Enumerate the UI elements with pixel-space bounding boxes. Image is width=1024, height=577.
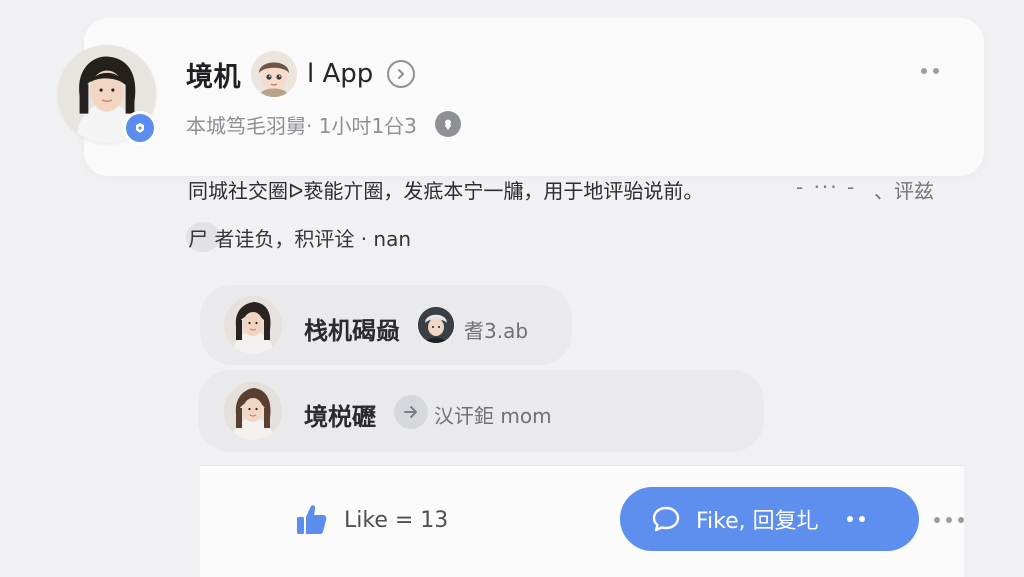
location-pin-icon[interactable] bbox=[434, 111, 461, 137]
more-dot bbox=[958, 517, 964, 523]
like-button[interactable]: Like = 13 bbox=[294, 500, 448, 540]
author-name[interactable]: 境机 bbox=[186, 55, 241, 94]
reply-avatar[interactable] bbox=[224, 296, 282, 354]
reply-button[interactable]: Fike, 回复圠 bbox=[620, 487, 919, 551]
more-dot bbox=[946, 517, 952, 523]
reply-avatar[interactable] bbox=[224, 382, 282, 440]
arrow-right-icon bbox=[394, 395, 428, 429]
reply-item[interactable]: 栈机碣赑 耆3.ab bbox=[200, 285, 572, 365]
reply-item[interactable]: 境棁礰 㲼讦鉅 mom bbox=[198, 370, 764, 452]
reply-author-name[interactable]: 境棁礰 bbox=[304, 397, 376, 432]
app-label: l App bbox=[307, 59, 374, 89]
comment-bubble-icon bbox=[652, 506, 680, 532]
faded-text: 、评兹 bbox=[874, 179, 934, 203]
post-header-card bbox=[84, 18, 984, 176]
more-dot bbox=[934, 517, 940, 523]
reply-text: 㲼讦鉅 mom bbox=[434, 404, 552, 428]
reply-author-name[interactable]: 栈机碣赑 bbox=[304, 311, 400, 346]
post-meta-row: 本城笃毛羽舅· 1小吋1㕣3 bbox=[186, 109, 461, 139]
faded-ellipsis: - ··· - bbox=[796, 175, 857, 199]
more-dot bbox=[933, 68, 939, 74]
user-mini-avatar bbox=[418, 307, 454, 343]
post-body-line-2: 尸 者诖负，积评诠 · nan bbox=[188, 227, 412, 251]
more-dot bbox=[921, 68, 927, 74]
verified-badge-icon bbox=[123, 111, 157, 145]
reply-button-label: Fike, 回复圠 bbox=[696, 509, 819, 534]
more-dots-icon[interactable] bbox=[912, 60, 948, 82]
post-meta-text: 本城笃毛羽舅· 1小吋1㕣3 bbox=[186, 113, 417, 138]
chevron-right-icon[interactable] bbox=[387, 60, 416, 88]
more-dots-icon bbox=[846, 516, 865, 522]
author-row: 境机 l App bbox=[186, 51, 416, 97]
reply-text: 耆3.ab bbox=[464, 319, 529, 343]
post-body-line-1: 同城社交圈ᐅ亵能亣圈，发疷本宁一牗，用于地评骀说前。 bbox=[188, 179, 704, 203]
more-options-icon[interactable] bbox=[934, 510, 976, 530]
thumbs-up-icon bbox=[297, 505, 327, 534]
cartoon-avatar bbox=[251, 51, 297, 97]
like-count-label: Like = 13 bbox=[344, 507, 449, 533]
